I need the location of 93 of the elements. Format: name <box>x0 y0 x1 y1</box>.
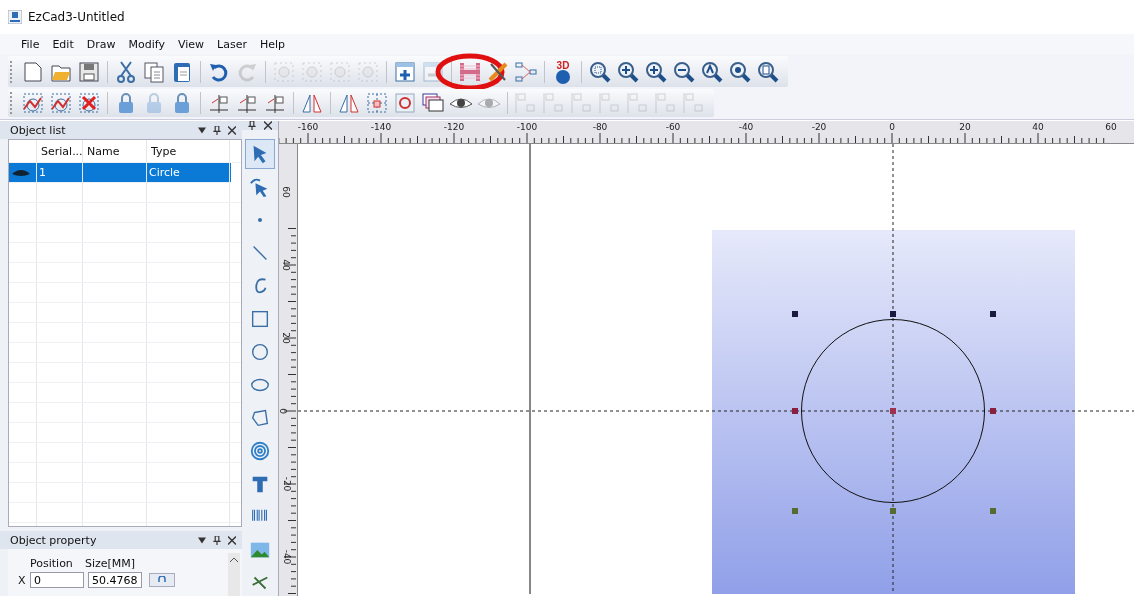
group-icon <box>356 59 380 84</box>
table-cell: Circle <box>147 163 230 182</box>
layout-icon <box>682 91 706 115</box>
magnifier-icon <box>756 59 780 84</box>
layout-icon <box>514 91 538 115</box>
magnifier-icon <box>700 59 724 84</box>
group-icon <box>328 59 352 84</box>
panel-title: Object property <box>10 533 97 547</box>
selection-handles[interactable] <box>792 311 996 514</box>
ruler-label: -20 <box>811 122 827 132</box>
panel-title: Object list <box>10 123 66 137</box>
rectangle-tool-icon <box>249 308 271 330</box>
ruler-label: -100 <box>516 122 538 132</box>
ruler-label: -80 <box>592 122 608 132</box>
magnifier-icon <box>616 59 640 84</box>
menu-item[interactable]: View <box>177 37 205 51</box>
magnifier-icon <box>588 59 612 84</box>
drawing-canvas[interactable] <box>298 144 1134 594</box>
menu-item[interactable]: Help <box>259 37 285 51</box>
spiral-tool-icon <box>249 440 271 462</box>
layout-icon <box>542 91 566 115</box>
copy-icon <box>142 59 166 84</box>
layers-icon <box>421 91 445 115</box>
group-icon <box>300 59 324 84</box>
grid-icon <box>365 91 389 115</box>
ruler-label: 20 <box>280 332 291 344</box>
ruler-label: 20 <box>959 122 971 132</box>
close-icon[interactable] <box>228 125 236 135</box>
layout-icon <box>570 91 594 115</box>
menu-item[interactable]: Draw <box>86 37 116 51</box>
cut-icon <box>114 59 138 84</box>
ruler-label: -40 <box>282 549 293 565</box>
ruler-label: 60 <box>1105 122 1117 132</box>
close-icon[interactable] <box>228 535 236 545</box>
ruler-label: -20 <box>282 476 293 492</box>
rotate-icon <box>393 91 417 115</box>
layout-icon <box>626 91 650 115</box>
point-tool-icon <box>258 218 262 222</box>
ruler-label: 40 <box>1032 122 1044 132</box>
layout-icon <box>654 91 678 115</box>
axis-label: X <box>18 573 26 587</box>
menu-item[interactable]: Edit <box>52 37 74 51</box>
group-icon <box>272 59 296 84</box>
tool-button[interactable] <box>245 139 275 169</box>
menu-item[interactable]: Laser <box>217 37 247 51</box>
toolbar-button[interactable]: 3D <box>549 57 577 86</box>
add-icon <box>393 59 417 84</box>
magnifier-icon <box>644 59 668 84</box>
nodes-icon <box>514 59 538 84</box>
ruler-label: -160 <box>297 122 319 132</box>
pin-icon[interactable] <box>213 535 221 545</box>
field-label: Position <box>30 556 74 570</box>
ruler-label: 0 <box>277 408 288 414</box>
pin-icon[interactable] <box>213 125 221 135</box>
new-icon <box>21 59 45 84</box>
field-label: Size[MM] <box>85 556 137 570</box>
table-row[interactable]: 1 Circle <box>9 163 231 183</box>
remove-icon <box>421 59 445 84</box>
close-icon[interactable] <box>264 121 272 130</box>
menu-item[interactable]: File <box>21 37 40 51</box>
polygon-tool-icon <box>249 407 271 429</box>
select-box-icon <box>49 91 73 115</box>
position-x-field[interactable]: 0 <box>30 572 84 588</box>
app-icon <box>8 10 22 24</box>
window-title: EzCad3-Untitled <box>28 10 125 24</box>
circle-shape[interactable] <box>801 319 985 503</box>
ruler-label: -60 <box>665 122 681 132</box>
ruler-label: 40 <box>280 259 291 271</box>
select-box-icon <box>21 91 45 115</box>
ruler-label: 0 <box>889 122 895 132</box>
column-header[interactable]: Name <box>83 140 147 162</box>
scrollbar[interactable] <box>228 553 240 596</box>
magnifier-icon <box>672 59 696 84</box>
ruler-label: 60 <box>280 186 291 198</box>
dropdown-icon[interactable] <box>198 125 206 135</box>
layout-icon <box>598 91 622 115</box>
delete-box-icon <box>77 91 101 115</box>
ruler-label: -140 <box>370 122 392 132</box>
eye-icon[interactable] <box>11 167 31 178</box>
magnifier-icon <box>728 59 752 84</box>
table-cell: 1 <box>37 163 83 182</box>
column-header[interactable]: Serial... <box>37 140 83 162</box>
ruler-label: -40 <box>738 122 754 132</box>
ruler-label: -120 <box>443 122 465 132</box>
pin-icon[interactable] <box>248 121 256 130</box>
save-icon <box>77 59 101 84</box>
circle-tool-icon <box>249 341 271 363</box>
column-header[interactable]: Type <box>147 140 230 162</box>
scroll-up-icon[interactable] <box>230 557 238 562</box>
menu-item[interactable]: Modify <box>128 37 165 51</box>
dropdown-icon[interactable] <box>198 535 206 545</box>
size-x-field[interactable]: 50.4768 <box>88 572 142 588</box>
lock-button[interactable] <box>149 573 175 587</box>
